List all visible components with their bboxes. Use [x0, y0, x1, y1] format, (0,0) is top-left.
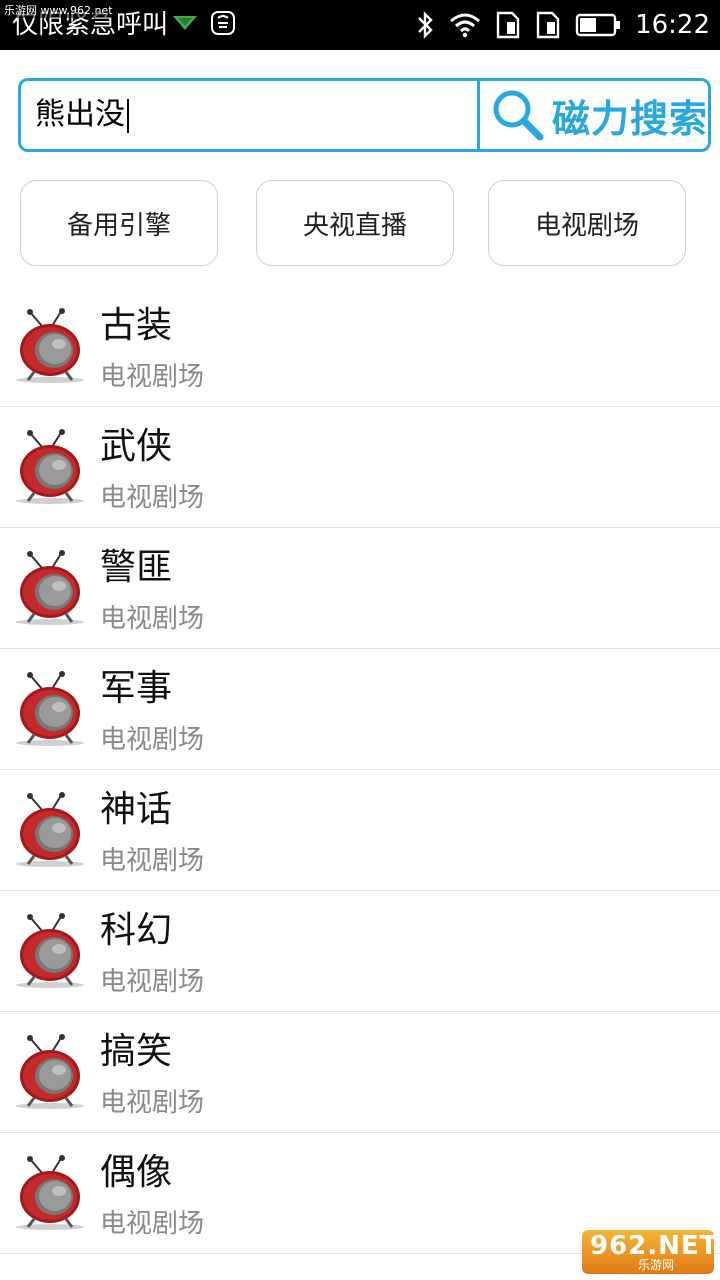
list-item-title: 警匪: [100, 547, 173, 588]
retro-tv-icon: [16, 550, 84, 625]
list-item-title: 武侠: [100, 426, 173, 467]
retro-tv-icon: [16, 913, 84, 988]
status-bar: 仅限紧急呼叫 乐游网 www.962.net 16:22: [0, 0, 720, 50]
watermark-main: 962.NET: [590, 1231, 719, 1261]
list-item-subtitle: 电视剧场: [100, 483, 205, 513]
retro-tv-icon: [16, 792, 84, 867]
retro-tv-icon: [16, 1155, 84, 1230]
search-icon: [493, 90, 544, 141]
sim1-icon: [496, 11, 520, 39]
list-item-title: 神话: [100, 789, 173, 830]
category-list: 古装 电视剧场 武侠 电视剧场 警匪 电视剧场 军事 电视剧场 神话 电视剧场 …: [0, 286, 720, 1254]
watermark-top: 乐游网 www.962.net: [2, 4, 115, 18]
list-item-title: 搞笑: [100, 1031, 173, 1072]
list-item[interactable]: 搞笑 电视剧场: [0, 1012, 720, 1133]
list-item-subtitle: 电视剧场: [100, 1209, 205, 1239]
magnet-search-button[interactable]: 磁力搜索: [477, 78, 711, 152]
search-button-label: 磁力搜索: [552, 96, 709, 141]
list-item-title: 军事: [100, 668, 173, 709]
bluetooth-icon: [418, 11, 433, 39]
watermark-logo: 962.NET 乐游网: [582, 1230, 717, 1274]
search-query[interactable]: 熊出没: [35, 95, 129, 135]
list-item-subtitle: 电视剧场: [100, 967, 205, 997]
list-item-subtitle: 电视剧场: [100, 1088, 205, 1118]
list-item-subtitle: 电视剧场: [100, 604, 205, 634]
watermark-sub: 乐游网: [638, 1258, 675, 1272]
data-arrow-icon: [173, 16, 197, 30]
retro-tv-icon: [16, 1034, 84, 1109]
list-item-title: 偶像: [100, 1152, 173, 1193]
retro-tv-icon: [16, 671, 84, 746]
list-item-title: 科幻: [100, 910, 173, 951]
list-item[interactable]: 科幻 电视剧场: [0, 891, 720, 1012]
list-item[interactable]: 军事 电视剧场: [0, 649, 720, 770]
search-bar: 熊出没 磁力搜索: [18, 78, 711, 152]
text-caret: [127, 98, 129, 133]
list-item-title: 古装: [100, 305, 173, 346]
sim2-icon: [536, 11, 560, 39]
notification-icons: [172, 10, 236, 36]
battery-icon: [575, 13, 621, 37]
retro-tv-icon: [16, 429, 84, 504]
list-item[interactable]: 警匪 电视剧场: [0, 528, 720, 649]
system-icons: 16:22: [415, 0, 710, 50]
list-item-subtitle: 电视剧场: [100, 362, 205, 392]
list-item[interactable]: 古装 电视剧场: [0, 286, 720, 407]
huawei-app-icon: [211, 11, 235, 35]
tv-theater-button[interactable]: 电视剧场: [488, 180, 686, 266]
list-item[interactable]: 武侠 电视剧场: [0, 407, 720, 528]
search-input[interactable]: 熊出没: [18, 78, 477, 152]
cctv-live-button[interactable]: 央视直播: [256, 180, 454, 266]
list-item-subtitle: 电视剧场: [100, 725, 205, 755]
list-item[interactable]: 神话 电视剧场: [0, 770, 720, 891]
backup-engine-button[interactable]: 备用引擎: [20, 180, 218, 266]
clock: 16:22: [635, 10, 710, 40]
list-item-subtitle: 电视剧场: [100, 846, 205, 876]
retro-tv-icon: [16, 308, 84, 383]
wifi-icon: [450, 13, 481, 38]
